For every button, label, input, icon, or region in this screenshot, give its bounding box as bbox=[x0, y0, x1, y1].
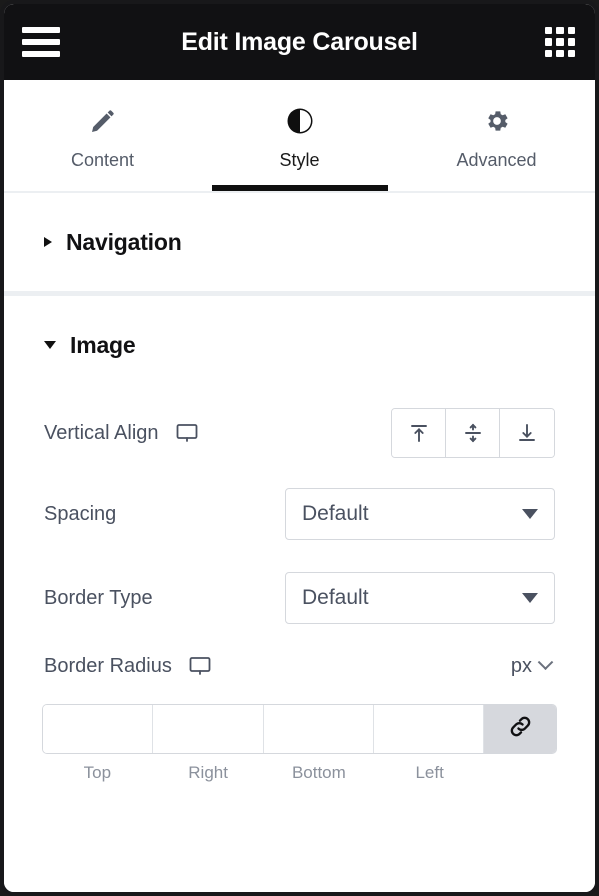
vertical-align-button-group bbox=[391, 408, 555, 458]
grid-cell bbox=[545, 49, 553, 57]
vertical-align-field bbox=[391, 408, 555, 458]
control-vertical-align: Vertical Align bbox=[4, 394, 595, 472]
border-radius-dimensions: Top Right Bottom Left bbox=[4, 692, 595, 783]
border-radius-right-label: Right bbox=[188, 763, 228, 782]
border-radius-unit-select[interactable]: px bbox=[510, 653, 555, 678]
border-radius-left-input[interactable] bbox=[373, 705, 484, 753]
spacing-label: Spacing bbox=[44, 502, 117, 525]
gear-icon bbox=[483, 106, 511, 136]
panel-header: Edit Image Carousel bbox=[4, 4, 595, 80]
tab-advanced-label: Advanced bbox=[456, 150, 537, 170]
spacing-select-value: Default bbox=[302, 502, 369, 525]
desktop-icon[interactable] bbox=[188, 654, 212, 678]
control-spacing: Spacing Default bbox=[4, 472, 595, 556]
spacing-select[interactable]: Default bbox=[285, 488, 555, 540]
hamburger-bar bbox=[22, 51, 60, 57]
border-radius-field-labels: Top Right Bottom Left bbox=[42, 763, 557, 783]
chevron-down-icon bbox=[522, 593, 538, 603]
grid-cell bbox=[556, 38, 564, 46]
panel-title: Edit Image Carousel bbox=[181, 27, 418, 56]
grid-cell bbox=[567, 38, 575, 46]
chevron-down-icon bbox=[522, 509, 538, 519]
border-radius-inputs-row bbox=[42, 704, 557, 754]
section-navigation-header[interactable]: Navigation bbox=[4, 229, 182, 256]
border-type-field: Default bbox=[285, 572, 555, 624]
grid-cell bbox=[567, 49, 575, 57]
hamburger-bar bbox=[22, 39, 60, 45]
border-radius-bottom-input[interactable] bbox=[263, 705, 374, 753]
control-border-radius: Border Radius px bbox=[4, 640, 595, 692]
pencil-icon bbox=[89, 106, 117, 136]
desktop-icon[interactable] bbox=[175, 421, 199, 445]
tab-bar: Content Style Advanced bbox=[4, 80, 595, 193]
border-radius-bottom-label: Bottom bbox=[291, 763, 346, 782]
border-radius-label: Border Radius bbox=[44, 654, 172, 677]
hamburger-menu-icon[interactable] bbox=[22, 27, 60, 57]
tab-advanced[interactable]: Advanced bbox=[398, 80, 595, 191]
border-radius-right-input[interactable] bbox=[153, 705, 264, 753]
align-top-button[interactable] bbox=[392, 409, 446, 457]
section-image-header[interactable]: Image bbox=[4, 331, 136, 359]
contrast-icon bbox=[285, 106, 315, 136]
section-image-title: Image bbox=[70, 331, 136, 358]
grid-cell bbox=[545, 38, 553, 46]
border-radius-top-label: Top bbox=[83, 763, 112, 782]
grid-cell bbox=[567, 27, 575, 35]
hamburger-bar bbox=[22, 27, 60, 33]
apps-grid-icon[interactable] bbox=[545, 27, 575, 57]
border-type-select-value: Default bbox=[302, 586, 369, 609]
section-navigation: Navigation bbox=[4, 193, 595, 291]
caret-down-icon bbox=[44, 341, 56, 349]
section-image: Image bbox=[4, 296, 595, 394]
link-values-button[interactable] bbox=[484, 705, 556, 753]
caret-right-icon bbox=[44, 237, 52, 247]
border-radius-left-label: Left bbox=[415, 763, 444, 782]
border-type-select[interactable]: Default bbox=[285, 572, 555, 624]
align-middle-button[interactable] bbox=[446, 409, 500, 457]
edit-widget-panel: Edit Image Carousel Content Style Advanc… bbox=[0, 0, 599, 896]
spacing-field: Default bbox=[285, 488, 555, 540]
border-type-label: Border Type bbox=[44, 586, 153, 609]
align-bottom-button[interactable] bbox=[500, 409, 554, 457]
border-radius-top-input[interactable] bbox=[43, 705, 154, 753]
border-radius-label-group: Border Radius bbox=[44, 654, 212, 678]
tab-style-label: Style bbox=[279, 150, 320, 170]
link-icon bbox=[507, 713, 534, 745]
control-border-type: Border Type Default bbox=[4, 556, 595, 640]
section-navigation-title: Navigation bbox=[66, 228, 182, 255]
grid-cell bbox=[556, 27, 564, 35]
tab-content[interactable]: Content bbox=[4, 80, 201, 191]
tab-style[interactable]: Style bbox=[201, 80, 398, 191]
grid-cell bbox=[556, 49, 564, 57]
vertical-align-label-group: Vertical Align bbox=[44, 421, 199, 445]
tab-content-label: Content bbox=[70, 150, 135, 170]
grid-cell bbox=[545, 27, 553, 35]
panel-body: Navigation Image Vertical Align Spacing … bbox=[4, 193, 595, 892]
border-radius-unit-value: px bbox=[510, 654, 532, 677]
chevron-down-icon bbox=[537, 653, 554, 670]
vertical-align-label: Vertical Align bbox=[44, 421, 159, 444]
